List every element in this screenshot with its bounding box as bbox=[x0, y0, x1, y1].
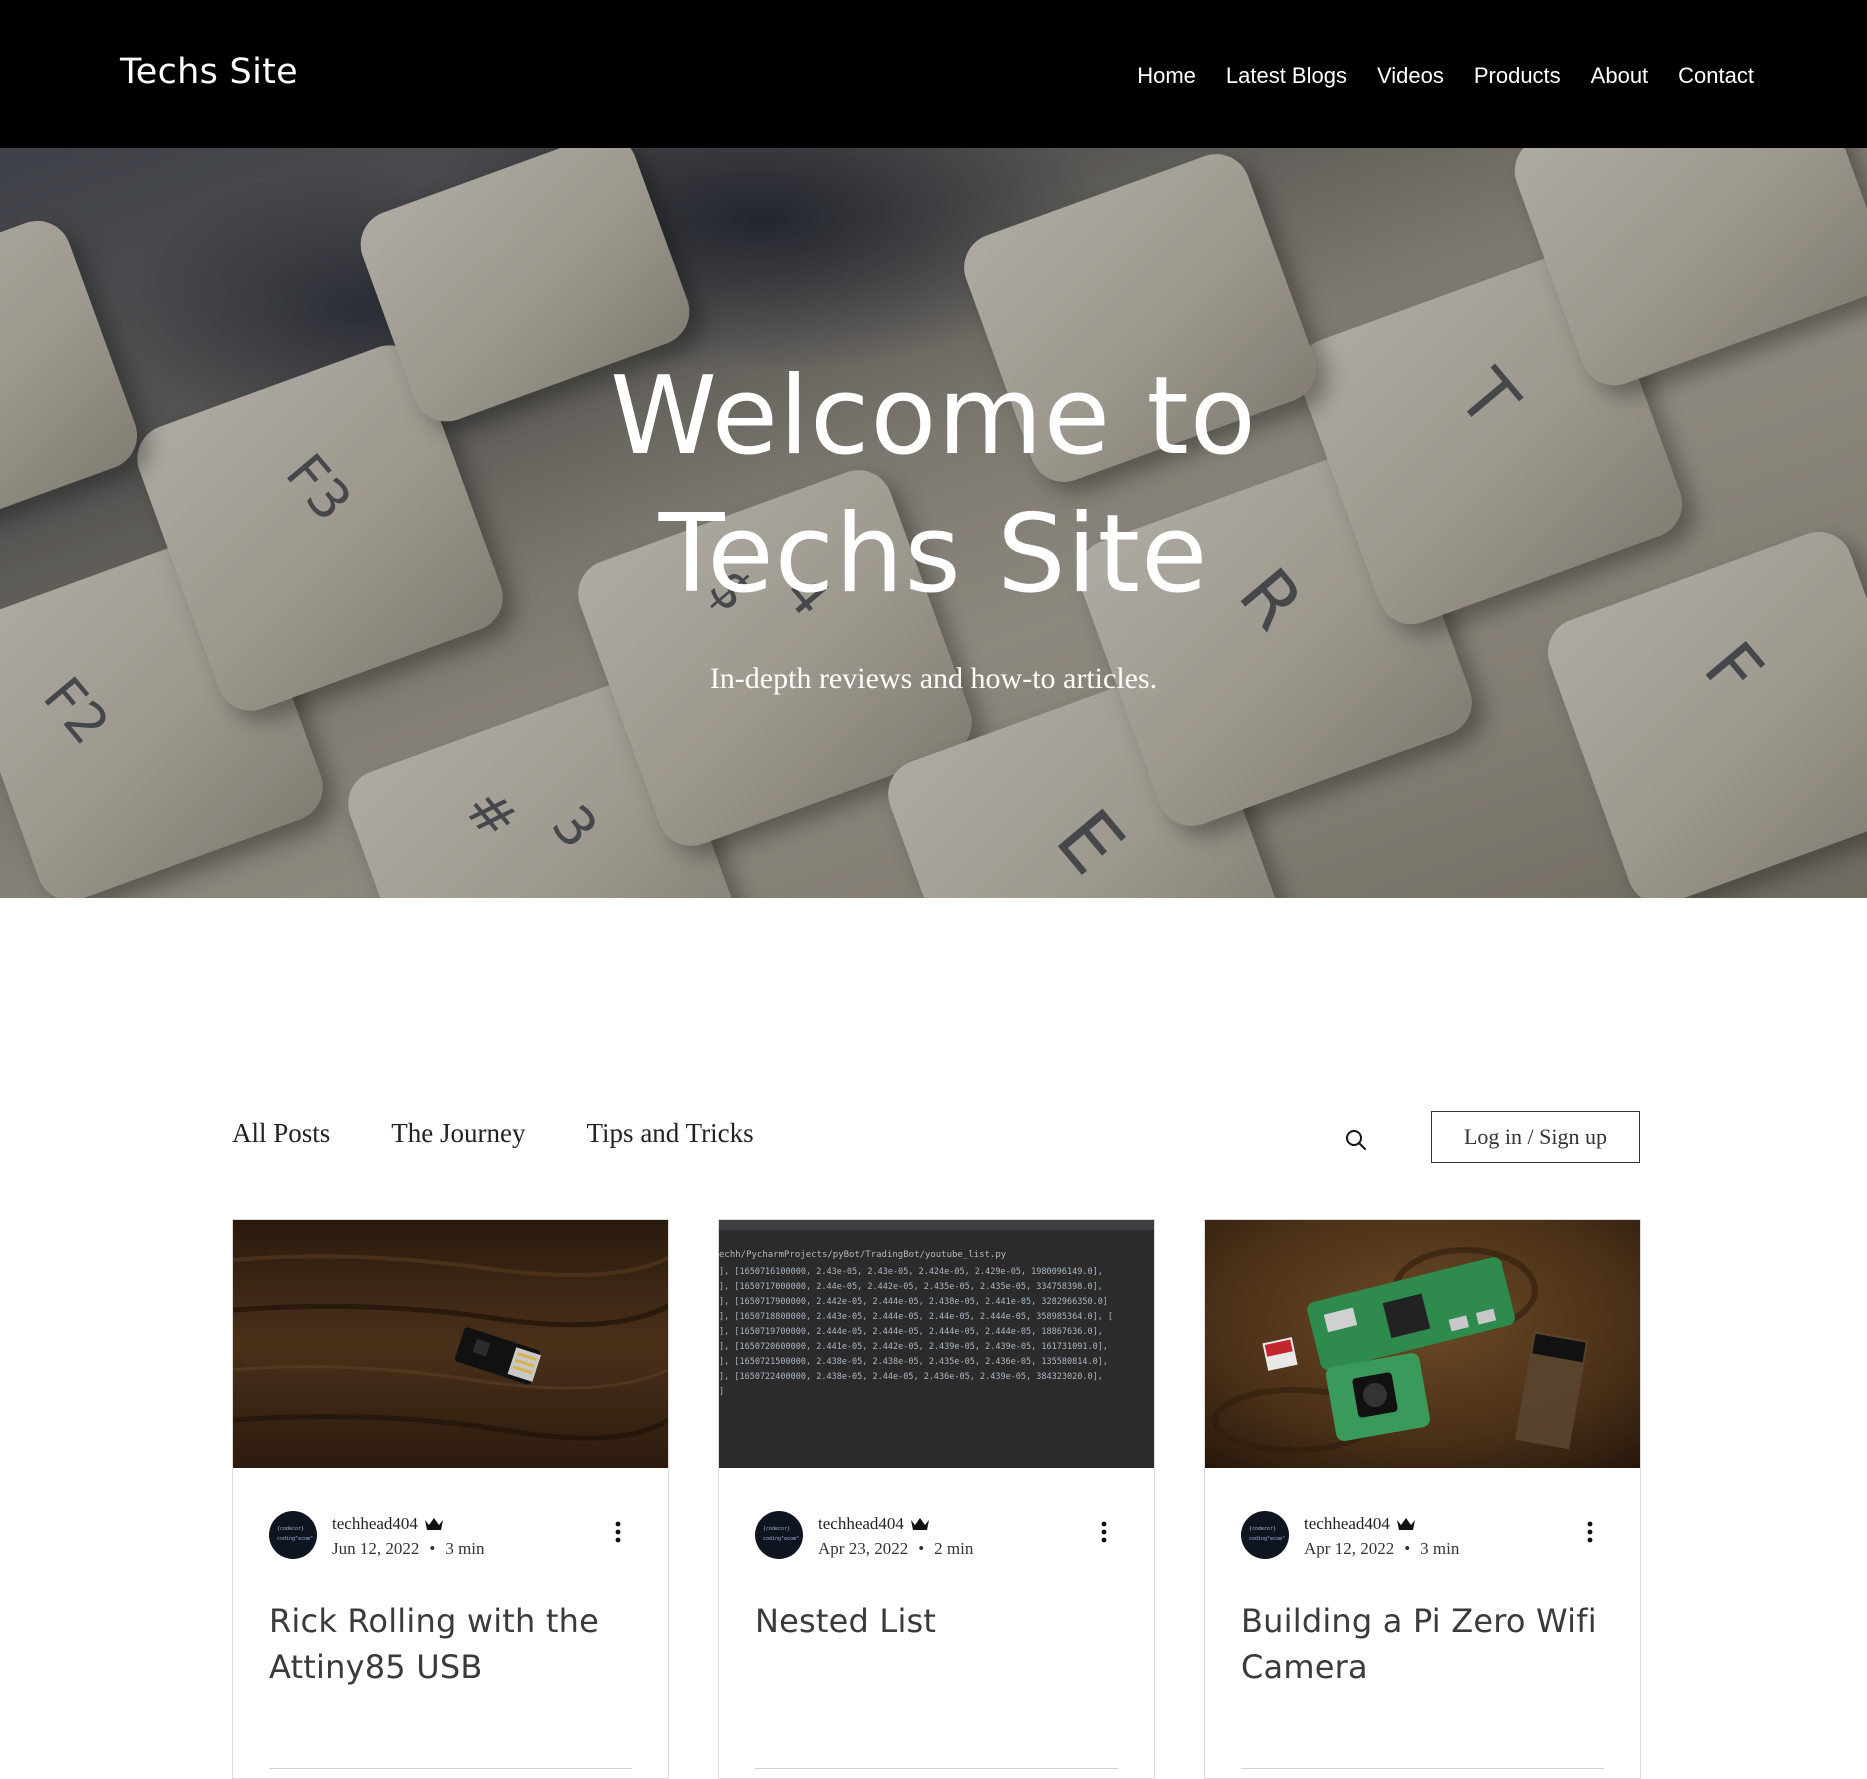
author-name[interactable]: techhead404 bbox=[1304, 1514, 1390, 1534]
author-avatar[interactable]: {codecor} coding"ecom" bbox=[755, 1511, 803, 1559]
post-title[interactable]: Building a Pi Zero Wifi Camera bbox=[1241, 1598, 1611, 1690]
site-logo[interactable]: Techs Site bbox=[120, 52, 298, 92]
card-divider bbox=[755, 1768, 1118, 1769]
card-divider bbox=[1241, 1768, 1604, 1769]
post-read-time: 2 min bbox=[934, 1539, 974, 1558]
nav-contact[interactable]: Contact bbox=[1678, 63, 1754, 89]
post-date: Jun 12, 2022 bbox=[332, 1539, 420, 1558]
avatar-text: coding"ecom" bbox=[763, 1536, 800, 1542]
nav-videos[interactable]: Videos bbox=[1377, 63, 1444, 89]
post-meta: Jun 12, 2022 • 3 min bbox=[332, 1539, 485, 1559]
code-image-path: echh/PycharmProjects/pyBot/TradingBot/yo… bbox=[719, 1250, 1007, 1260]
hero-title-line1: Welcome to bbox=[610, 354, 1257, 479]
code-line: ], [1650722400000, 2.438e-05, 2.44e-05, … bbox=[719, 1372, 1103, 1382]
post-author[interactable]: techhead404 bbox=[1304, 1514, 1416, 1534]
code-line: ], [1650716100000, 2.43e-05, 2.43e-05, 2… bbox=[719, 1267, 1103, 1277]
meta-separator: • bbox=[918, 1539, 925, 1558]
code-line: ], [1650720600000, 2.441e-05, 2.442e-05,… bbox=[719, 1342, 1108, 1352]
meta-separator: • bbox=[1404, 1539, 1411, 1558]
category-tips-and-tricks[interactable]: Tips and Tricks bbox=[587, 1118, 754, 1149]
more-vertical-icon[interactable] bbox=[613, 1520, 623, 1544]
search-icon[interactable] bbox=[1344, 1128, 1368, 1152]
avatar-text: {codecor} bbox=[277, 1526, 305, 1532]
code-line: ], [1650717900000, 2.442e-05, 2.444e-05,… bbox=[719, 1297, 1108, 1307]
author-name[interactable]: techhead404 bbox=[818, 1514, 904, 1534]
blog-category-nav: All Posts The Journey Tips and Tricks bbox=[232, 1118, 815, 1149]
post-card[interactable]: echh/PycharmProjects/pyBot/TradingBot/yo… bbox=[718, 1219, 1155, 1779]
hero-title-line2: Techs Site bbox=[658, 492, 1209, 617]
post-author[interactable]: techhead404 bbox=[818, 1514, 930, 1534]
post-read-time: 3 min bbox=[445, 1539, 485, 1558]
post-image-pi-zero bbox=[1205, 1220, 1640, 1468]
category-all-posts[interactable]: All Posts bbox=[232, 1118, 330, 1149]
post-image-attiny85 bbox=[233, 1220, 668, 1468]
post-meta: Apr 23, 2022 • 2 min bbox=[818, 1539, 973, 1559]
post-card[interactable]: {codecor} coding"ecom" techhead404 Jun 1… bbox=[232, 1219, 669, 1779]
author-avatar[interactable]: {codecor} coding"ecom" bbox=[269, 1511, 317, 1559]
nav-about[interactable]: About bbox=[1591, 63, 1649, 89]
crown-icon bbox=[424, 1518, 443, 1530]
code-line: ], [1650718800000, 2.443e-05, 2.444e-05,… bbox=[719, 1312, 1114, 1322]
crown-icon bbox=[1396, 1518, 1415, 1530]
nav-products[interactable]: Products bbox=[1474, 63, 1561, 89]
code-line: ], [1650717000000, 2.44e-05, 2.442e-05, … bbox=[719, 1282, 1103, 1292]
login-signup-button[interactable]: Log in / Sign up bbox=[1431, 1111, 1640, 1163]
hero-banner: F2 F3 # 3 $ 4 E R T F Welcome to Techs S… bbox=[0, 148, 1867, 898]
code-image-topbar bbox=[719, 1220, 1154, 1230]
meta-separator: • bbox=[429, 1539, 436, 1558]
more-vertical-icon[interactable] bbox=[1099, 1520, 1109, 1544]
main-nav: Home Latest Blogs Videos Products About … bbox=[1107, 63, 1754, 89]
post-card[interactable]: {codecor} coding"ecom" techhead404 Apr 1… bbox=[1204, 1219, 1641, 1779]
category-the-journey[interactable]: The Journey bbox=[391, 1118, 525, 1149]
nav-latest-blogs[interactable]: Latest Blogs bbox=[1226, 63, 1347, 89]
nav-home[interactable]: Home bbox=[1137, 63, 1196, 89]
card-divider bbox=[269, 1768, 632, 1769]
avatar-text: coding"ecom" bbox=[277, 1536, 314, 1542]
post-title[interactable]: Nested List bbox=[755, 1598, 1125, 1644]
post-title[interactable]: Rick Rolling with the Attiny85 USB bbox=[269, 1598, 639, 1690]
author-avatar[interactable]: {codecor} coding"ecom" bbox=[1241, 1511, 1289, 1559]
post-date: Apr 12, 2022 bbox=[1304, 1539, 1395, 1558]
author-name[interactable]: techhead404 bbox=[332, 1514, 418, 1534]
hero-title: Welcome to Techs Site bbox=[0, 348, 1867, 624]
code-line: ], [1650719700000, 2.444e-05, 2.444e-05,… bbox=[719, 1327, 1103, 1337]
avatar-text: coding"ecom" bbox=[1249, 1536, 1286, 1542]
more-vertical-icon[interactable] bbox=[1585, 1520, 1595, 1544]
code-line: ], [1650721500000, 2.438e-05, 2.438e-05,… bbox=[719, 1357, 1108, 1367]
code-line: ] bbox=[719, 1387, 725, 1397]
avatar-text: {codecor} bbox=[763, 1526, 791, 1532]
avatar-text: {codecor} bbox=[1249, 1526, 1277, 1532]
post-meta: Apr 12, 2022 • 3 min bbox=[1304, 1539, 1459, 1559]
post-date: Apr 23, 2022 bbox=[818, 1539, 909, 1558]
post-read-time: 3 min bbox=[1420, 1539, 1460, 1558]
post-image-code: echh/PycharmProjects/pyBot/TradingBot/yo… bbox=[719, 1220, 1154, 1468]
crown-icon bbox=[910, 1518, 929, 1530]
post-author[interactable]: techhead404 bbox=[332, 1514, 444, 1534]
code-image-lines: ], [1650716100000, 2.43e-05, 2.43e-05, 2… bbox=[719, 1265, 1113, 1400]
hero-subtitle: In-depth reviews and how-to articles. bbox=[709, 662, 1158, 695]
site-header: Techs Site Home Latest Blogs Videos Prod… bbox=[0, 0, 1867, 148]
